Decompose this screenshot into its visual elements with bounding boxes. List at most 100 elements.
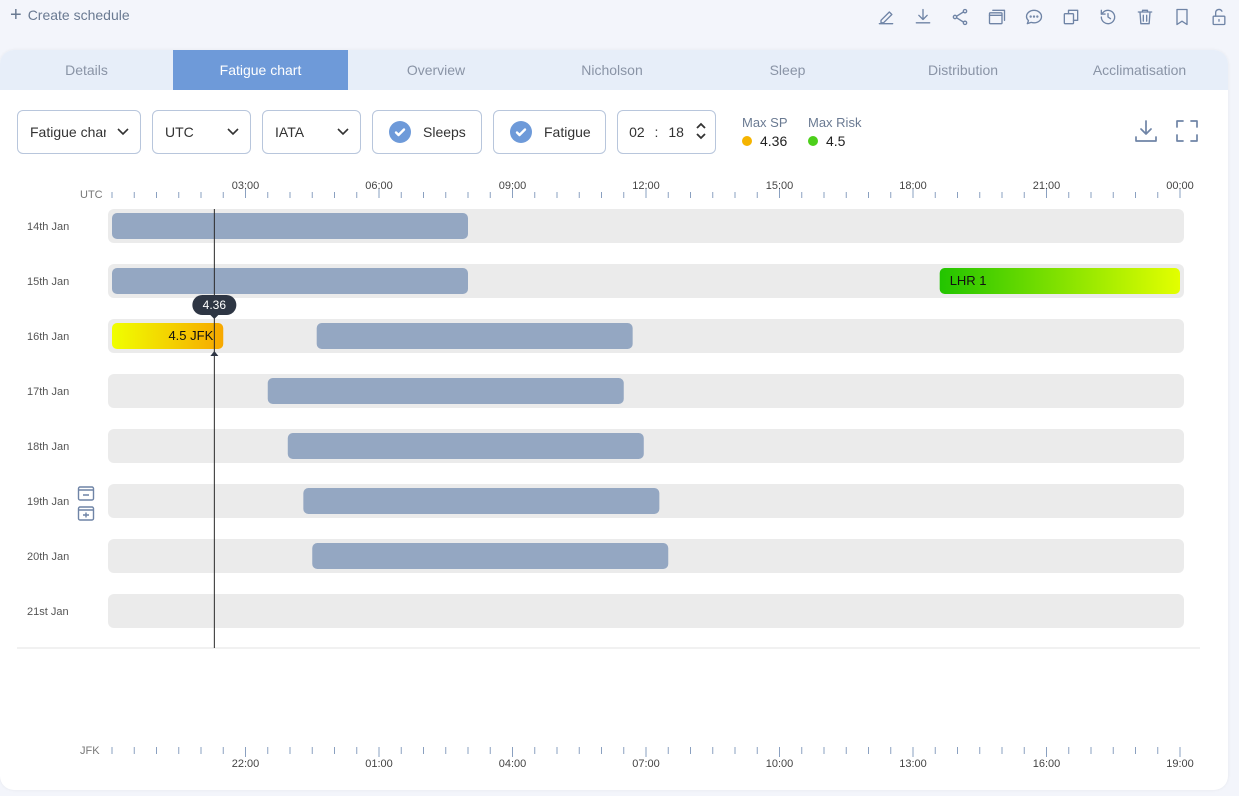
tab-sleep[interactable]: Sleep [700, 50, 875, 90]
view-select-value: Fatigue chart [30, 124, 106, 140]
day-label: 19th Jan [27, 496, 69, 508]
collapse-rows-icon[interactable] [77, 484, 95, 502]
bottom-axis-timezone: JFK [80, 745, 100, 757]
time-input[interactable]: 02 : 18 [617, 110, 716, 154]
chevron-down-icon [336, 124, 349, 136]
top-axis-tick-label: 03:00 [232, 180, 260, 192]
bottom-axis-tick-label: 13:00 [899, 758, 927, 770]
bottom-axis-tick-label: 01:00 [365, 758, 393, 770]
duty-label: 4.5 JFK [168, 328, 213, 343]
top-axis-tick-label: 00:00 [1166, 180, 1194, 192]
bottom-axis-tick-label: 04:00 [499, 758, 527, 770]
cursor-value-text: 4.36 [203, 298, 227, 312]
max-risk-dot [808, 136, 818, 146]
sleep-bar[interactable] [287, 433, 644, 459]
day-label: 17th Jan [27, 386, 69, 398]
sleep-bar[interactable] [316, 323, 633, 349]
fatigue-label: Fatigue [544, 124, 591, 140]
edit-icon[interactable] [873, 4, 898, 29]
bottom-axis-tick-label: 19:00 [1166, 758, 1194, 770]
create-schedule-button[interactable]: + Create schedule [10, 4, 130, 26]
plus-icon: + [10, 4, 22, 26]
max-risk-stat: Max Risk 4.5 [808, 115, 861, 149]
download-icon[interactable] [910, 4, 935, 29]
fatigue-card: Details Fatigue chart Overview Nicholson… [0, 50, 1228, 790]
chevron-down-icon[interactable] [695, 132, 707, 141]
day-label: 21st Jan [27, 606, 69, 618]
code-select-value: IATA [275, 124, 305, 140]
max-sp-value: 4.36 [760, 133, 788, 149]
tab-distribution[interactable]: Distribution [875, 50, 1051, 90]
max-risk-value: 4.5 [826, 133, 846, 149]
bottom-axis-tick-label: 16:00 [1033, 758, 1061, 770]
sleep-bar[interactable] [112, 268, 468, 294]
copy-icon[interactable] [1058, 4, 1083, 29]
share-icon[interactable] [947, 4, 972, 29]
day-label: 14th Jan [27, 221, 69, 233]
cursor-badge-pointer [210, 315, 219, 319]
sleep-bar[interactable] [267, 378, 624, 404]
history-icon[interactable] [1095, 4, 1120, 29]
day-label: 16th Jan [27, 331, 69, 343]
day-label: 15th Jan [27, 276, 69, 288]
tab-bar: Details Fatigue chart Overview Nicholson… [0, 50, 1228, 90]
day-label: 18th Jan [27, 441, 69, 453]
day-row-background [108, 319, 1184, 353]
code-select[interactable]: IATA [262, 110, 361, 154]
time-minutes[interactable]: 18 [668, 124, 684, 140]
timezone-select[interactable]: UTC [152, 110, 251, 154]
time-separator: : [654, 124, 659, 140]
view-select[interactable]: Fatigue chart [17, 110, 141, 154]
create-schedule-label: Create schedule [27, 7, 130, 23]
sleeps-label: Sleeps [423, 124, 466, 140]
fatigue-toggle[interactable]: Fatigue [493, 110, 606, 154]
max-risk-label: Max Risk [808, 115, 862, 130]
top-axis-tick-label: 18:00 [899, 180, 927, 192]
sleep-bar[interactable] [303, 488, 660, 514]
bottom-axis-tick-label: 07:00 [632, 758, 660, 770]
chevron-up-icon[interactable] [695, 121, 707, 130]
tab-acclimatisation[interactable]: Acclimatisation [1051, 50, 1228, 90]
tab-details[interactable]: Details [0, 50, 173, 90]
time-hours[interactable]: 02 [629, 124, 645, 140]
time-display: 02 : 18 [629, 124, 684, 140]
max-sp-label: Max SP [742, 115, 788, 130]
unlock-icon[interactable] [1206, 4, 1231, 29]
comment-icon[interactable] [1021, 4, 1046, 29]
timezone-select-value: UTC [165, 124, 194, 140]
max-sp-stat: Max SP 4.36 [742, 115, 788, 149]
sleep-bar[interactable] [312, 543, 669, 569]
top-axis-tick-label: 06:00 [365, 180, 393, 192]
top-axis-tick-label: 09:00 [499, 180, 527, 192]
download-chart-icon[interactable] [1133, 118, 1161, 146]
expand-rows-icon[interactable] [77, 504, 95, 522]
top-axis-tick-label: 15:00 [766, 180, 794, 192]
fatigue-timeline-chart: UTC 03:00 06:00 09:00 12:00 15:00 18:00 21:00 00… [17, 180, 1200, 770]
toolbar-icons [873, 4, 1231, 29]
bottom-axis-tick-label: 10:00 [766, 758, 794, 770]
top-axis-timezone: UTC [80, 189, 103, 201]
chevron-down-icon [116, 124, 129, 136]
top-axis-tick-label: 21:00 [1033, 180, 1061, 192]
sleep-bar[interactable] [112, 213, 468, 239]
max-sp-dot [742, 136, 752, 146]
bottom-axis-tick-label: 22:00 [232, 758, 260, 770]
check-icon [389, 121, 411, 143]
tab-overview[interactable]: Overview [348, 50, 524, 90]
trash-icon[interactable] [1132, 4, 1157, 29]
top-bar: + Create schedule [0, 0, 1239, 32]
window-icon[interactable] [984, 4, 1009, 29]
day-row-background [108, 429, 1184, 463]
tab-fatigue-chart[interactable]: Fatigue chart [173, 50, 348, 90]
day-row-background [108, 594, 1184, 628]
tab-nicholson[interactable]: Nicholson [524, 50, 700, 90]
day-label: 20th Jan [27, 551, 69, 563]
fullscreen-icon[interactable] [1174, 118, 1202, 146]
top-axis-tick-label: 12:00 [632, 180, 660, 192]
sleeps-toggle[interactable]: Sleeps [372, 110, 482, 154]
bookmark-icon[interactable] [1169, 4, 1194, 29]
time-spinner[interactable] [695, 121, 707, 141]
chevron-down-icon [226, 124, 239, 136]
check-icon [510, 121, 532, 143]
duty-label: LHR 1 [950, 273, 987, 288]
